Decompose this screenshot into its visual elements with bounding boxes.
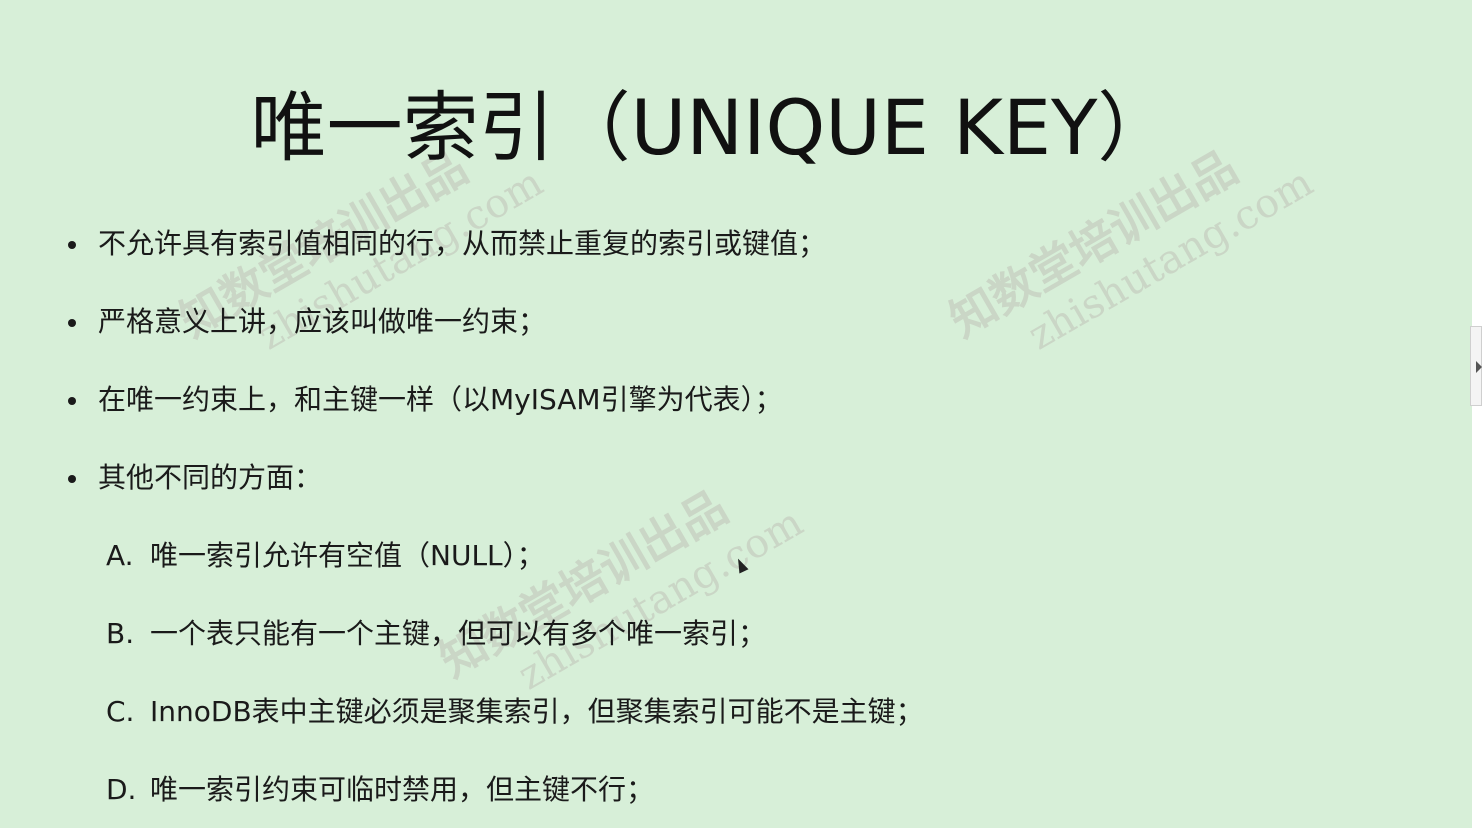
slide: 知数堂培训出品 zhishutang.com 知数堂培训出品 zhishutan… (0, 0, 1472, 828)
bullet-text: 在唯一约束上，和主键一样（以MyISAM引擎为代表）； (98, 383, 783, 416)
sub-item: D. 唯一索引约束可临时禁用，但主键不行； (106, 768, 924, 828)
bullet-text: 严格意义上讲，应该叫做唯一约束； (98, 305, 547, 338)
side-panel-toggle[interactable] (1470, 326, 1482, 406)
sub-item-letter: C. (106, 695, 135, 728)
bullet-dot-icon (68, 475, 76, 483)
bullet-item: 不允许具有索引值相同的行，从而禁止重复的索引或键值； (66, 222, 826, 300)
sub-list: A. 唯一索引允许有空值（NULL）； B. 一个表只能有一个主键，但可以有多个唯一… (106, 534, 924, 828)
sub-item-letter: D. (106, 773, 137, 806)
bullet-dot-icon (68, 241, 76, 249)
sub-item-letter: B. (106, 617, 135, 650)
bullet-item: 在唯一约束上，和主键一样（以MyISAM引擎为代表）； (66, 378, 826, 456)
bullet-list: 不允许具有索引值相同的行，从而禁止重复的索引或键值； 严格意义上讲，应该叫做唯一… (66, 222, 826, 534)
sub-item-letter: A. (106, 539, 134, 572)
sub-item: B. 一个表只能有一个主键，但可以有多个唯一索引； (106, 612, 924, 690)
bullet-dot-icon (68, 397, 76, 405)
sub-item-text: 唯一索引允许有空值（NULL）； (150, 539, 545, 572)
sub-item-text: 一个表只能有一个主键，但可以有多个唯一索引； (150, 617, 767, 650)
slide-title: 唯一索引（UNIQUE KEY） (250, 83, 1174, 172)
bullet-text: 其他不同的方面： (98, 461, 323, 494)
sub-item-text: InnoDB表中主键必须是聚集索引，但聚集索引可能不是主键； (150, 695, 924, 728)
sub-item: A. 唯一索引允许有空值（NULL）； (106, 534, 924, 612)
bullet-item: 严格意义上讲，应该叫做唯一约束； (66, 300, 826, 378)
sub-item-text: 唯一索引约束可临时禁用，但主键不行； (150, 773, 655, 806)
bullet-dot-icon (68, 319, 76, 327)
bullet-text: 不允许具有索引值相同的行，从而禁止重复的索引或键值； (98, 227, 827, 260)
bullet-item: 其他不同的方面： (66, 456, 826, 534)
sub-item: C. InnoDB表中主键必须是聚集索引，但聚集索引可能不是主键； (106, 690, 924, 768)
